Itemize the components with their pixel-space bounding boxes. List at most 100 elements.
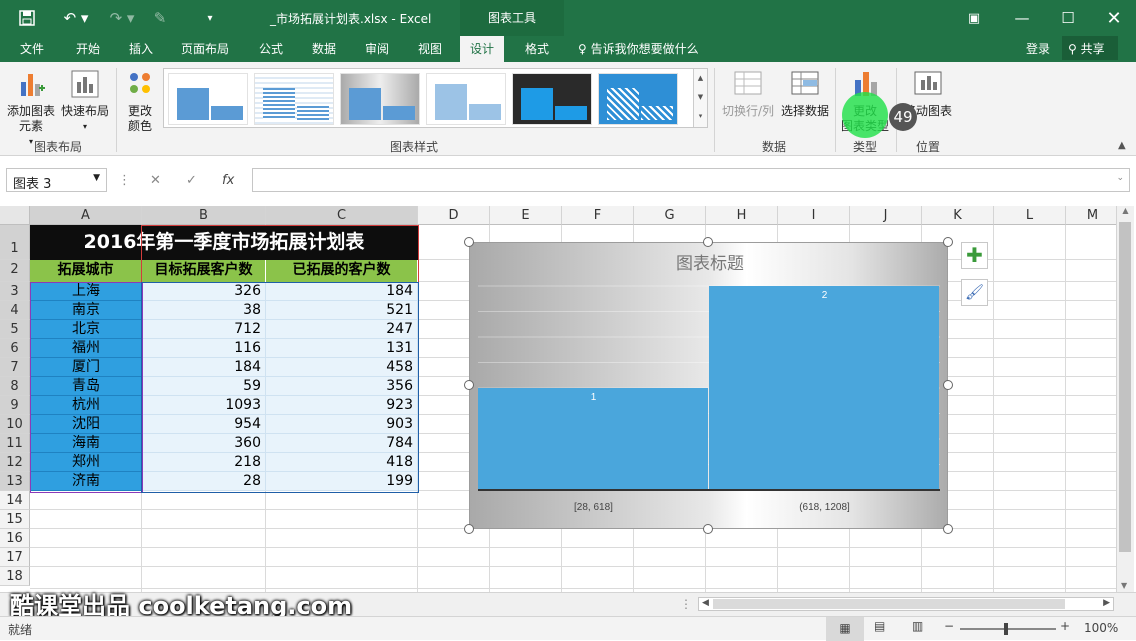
- formula-input[interactable]: ⌄: [252, 168, 1130, 192]
- column-header-E[interactable]: E: [490, 206, 562, 225]
- column-header-K[interactable]: K: [922, 206, 994, 225]
- row-header-5[interactable]: 5: [0, 320, 30, 339]
- column-header-B[interactable]: B: [142, 206, 266, 225]
- row-header-12[interactable]: 12: [0, 453, 30, 472]
- chart-styles-brush-icon[interactable]: 🖌: [961, 279, 988, 306]
- column-header-G[interactable]: G: [634, 206, 706, 225]
- cancel-icon[interactable]: ✕: [150, 173, 161, 188]
- resize-handle[interactable]: [464, 524, 474, 534]
- select-all-corner[interactable]: [0, 206, 30, 225]
- resize-handle[interactable]: [703, 237, 713, 247]
- tab-insert[interactable]: 插入: [129, 40, 153, 57]
- resize-handle[interactable]: [464, 237, 474, 247]
- scroll-thumb[interactable]: [713, 599, 1065, 609]
- row-header-3[interactable]: 3: [0, 282, 30, 301]
- login-link[interactable]: 登录: [1026, 40, 1050, 57]
- resize-handle[interactable]: [703, 524, 713, 534]
- page-break-view-icon[interactable]: ▥: [912, 619, 923, 633]
- customize-qat-icon[interactable]: ▾: [200, 6, 220, 30]
- zoom-in-icon[interactable]: +: [1060, 619, 1070, 633]
- name-box[interactable]: 图表 3 ▼: [6, 168, 107, 192]
- column-header-F[interactable]: F: [562, 206, 634, 225]
- chart-elements-plus-icon[interactable]: ✚: [961, 242, 988, 269]
- close-icon[interactable]: ✕: [1100, 6, 1128, 30]
- resize-handle[interactable]: [464, 380, 474, 390]
- undo-icon[interactable]: ↶ ▾: [58, 6, 94, 30]
- header-city[interactable]: 拓展城市: [30, 260, 142, 282]
- tell-me-search[interactable]: ♀ 告诉我你想要做什么: [578, 40, 699, 57]
- chart-style-4[interactable]: [426, 73, 506, 125]
- format-painter-icon[interactable]: ✎: [148, 6, 172, 30]
- tab-design[interactable]: 设计: [460, 36, 505, 62]
- column-header-I[interactable]: I: [778, 206, 850, 225]
- scroll-down-icon[interactable]: ▼: [694, 88, 707, 107]
- row-header-10[interactable]: 10: [0, 415, 30, 434]
- chart-style-2[interactable]: [254, 73, 334, 125]
- change-colors-button[interactable]: 更改 颜色: [118, 68, 162, 134]
- column-header-J[interactable]: J: [850, 206, 922, 225]
- row-header-1[interactable]: 1: [0, 225, 30, 260]
- save-icon[interactable]: [14, 6, 40, 30]
- column-header-M[interactable]: M: [1066, 206, 1120, 225]
- resize-handle[interactable]: [943, 237, 953, 247]
- row-header-9[interactable]: 9: [0, 396, 30, 415]
- row-header-13[interactable]: 13: [0, 472, 30, 491]
- quick-layout-button[interactable]: 快速布局 ▾: [58, 68, 112, 134]
- redo-icon[interactable]: ↷ ▾: [104, 6, 140, 30]
- row-header-15[interactable]: 15: [0, 510, 30, 529]
- normal-view-icon[interactable]: ▦: [826, 617, 864, 641]
- column-header-L[interactable]: L: [994, 206, 1066, 225]
- histogram-chart[interactable]: 1 [28, 618] 2 (618, 1208] 图表标题: [469, 242, 948, 529]
- minimize-icon[interactable]: —: [1008, 6, 1036, 30]
- chart-style-3-selected[interactable]: [340, 73, 420, 125]
- tab-page-layout[interactable]: 页面布局: [181, 40, 229, 57]
- zoom-thumb[interactable]: [1004, 623, 1008, 635]
- zoom-level[interactable]: 100%: [1084, 621, 1118, 635]
- row-header-17[interactable]: 17: [0, 548, 30, 567]
- scroll-up-icon[interactable]: ▲: [1117, 206, 1134, 215]
- row-header-6[interactable]: 6: [0, 339, 30, 358]
- page-layout-view-icon[interactable]: ▤: [874, 619, 885, 633]
- tab-data[interactable]: 数据: [312, 40, 336, 57]
- maximize-icon[interactable]: ☐: [1054, 6, 1082, 30]
- chart-style-1[interactable]: [168, 73, 248, 125]
- row-header-18[interactable]: 18: [0, 567, 30, 586]
- tab-file[interactable]: 文件: [20, 40, 44, 57]
- row-header-14[interactable]: 14: [0, 491, 30, 510]
- scroll-right-icon[interactable]: ▶: [1103, 598, 1110, 608]
- horizontal-scrollbar[interactable]: ◀ ▶: [698, 597, 1114, 611]
- row-header-11[interactable]: 11: [0, 434, 30, 453]
- chevron-down-icon[interactable]: ⌄: [1116, 173, 1124, 183]
- tab-review[interactable]: 审阅: [365, 40, 389, 57]
- scroll-up-icon[interactable]: ▲: [694, 69, 707, 88]
- insert-function-icon[interactable]: fx: [222, 173, 234, 188]
- resize-handle[interactable]: [943, 524, 953, 534]
- row-header-16[interactable]: 16: [0, 529, 30, 548]
- row-header-8[interactable]: 8: [0, 377, 30, 396]
- scroll-thumb[interactable]: [1119, 222, 1131, 552]
- tab-formulas[interactable]: 公式: [259, 40, 283, 57]
- tab-home[interactable]: 开始: [76, 40, 100, 57]
- resize-handle[interactable]: [943, 380, 953, 390]
- column-header-C[interactable]: C: [266, 206, 418, 225]
- vertical-scrollbar[interactable]: ▲ ▼: [1116, 206, 1134, 592]
- scroll-left-icon[interactable]: ◀: [702, 598, 709, 608]
- collapse-ribbon-icon[interactable]: ▲: [1118, 140, 1126, 151]
- gallery-scroll[interactable]: ▲ ▼ ▾: [693, 69, 707, 127]
- switch-row-column-button[interactable]: 切换行/列: [718, 68, 778, 119]
- chart-style-6[interactable]: [598, 73, 678, 125]
- chart-style-5[interactable]: [512, 73, 592, 125]
- tab-view[interactable]: 视图: [418, 40, 442, 57]
- select-data-button[interactable]: 选择数据: [778, 68, 832, 119]
- row-header-7[interactable]: 7: [0, 358, 30, 377]
- column-header-A[interactable]: A: [30, 206, 142, 225]
- chevron-down-icon[interactable]: ▼: [93, 173, 100, 183]
- tab-format[interactable]: 格式: [525, 40, 549, 57]
- scroll-down-icon[interactable]: ▼: [1121, 581, 1127, 590]
- enter-icon[interactable]: ✓: [186, 173, 197, 188]
- add-chart-element-button[interactable]: 添加图表 元素 ▾: [4, 68, 58, 149]
- ribbon-display-icon[interactable]: ▣: [960, 6, 988, 30]
- share-button[interactable]: ⚲ 共享: [1062, 36, 1118, 60]
- zoom-slider[interactable]: [960, 623, 1056, 635]
- zoom-out-icon[interactable]: −: [944, 619, 954, 633]
